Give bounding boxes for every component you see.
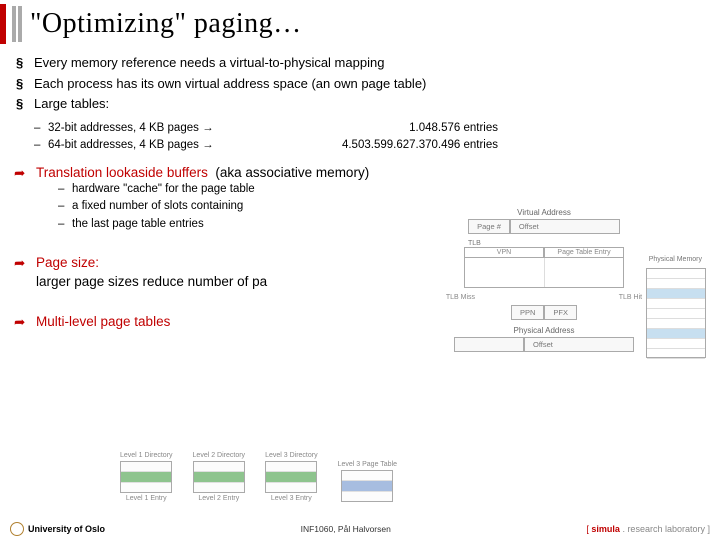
va-row: Page # Offset [374, 219, 714, 234]
ml-entry-label: Level 1 Entry [126, 495, 167, 502]
tlb-head: Translation lookaside buffers [36, 165, 208, 180]
simula-rest: . research laboratory ] [620, 524, 710, 534]
tlb-box: TLB VPN Page Table Entry [464, 240, 624, 288]
tlb-miss-label: TLB Miss [446, 294, 475, 301]
tlb-label: TLB [464, 240, 624, 247]
multilevel-label: Multi-level page tables [36, 314, 170, 329]
table-size-sublist: 32-bit addresses, 4 KB pages →1.048.576 … [34, 121, 706, 154]
ml-label: Level 3 Page Table [338, 461, 397, 468]
va-offset-cell: Offset [510, 219, 620, 234]
ml-label: Level 2 Directory [193, 452, 246, 459]
tlb-col-vpn: VPN [464, 247, 544, 258]
slide-title: "Optimizing" paging… [30, 8, 302, 40]
multilevel-diagram: Level 1 Directory Level 1 Entry Level 2 … [120, 452, 397, 502]
ml-box [193, 461, 245, 493]
ml-box [265, 461, 317, 493]
bullet-item: Each process has its own virtual address… [14, 75, 706, 93]
simula-brand: [ simula . research laboratory ] [586, 524, 710, 534]
addr-spec: 64-bit addresses, 4 KB pages → [48, 138, 328, 154]
entries-count: 4.503.599.627.370.496 entries [328, 138, 498, 154]
tlb-diagram: Virtual Address Page # Offset TLB VPN Pa… [374, 208, 714, 398]
pagesize-line: larger page sizes reduce number of pa [36, 274, 267, 289]
title-bar: "Optimizing" paging… [0, 0, 720, 54]
va-page-cell: Page # [468, 219, 510, 234]
title-accent [0, 4, 6, 44]
tlb-col-pte: Page Table Entry [544, 247, 624, 258]
ml-label: Level 1 Directory [120, 452, 173, 459]
ppn-cell: PPN [511, 305, 544, 320]
ml-entry-label: Level 2 Entry [198, 495, 239, 502]
footer: University of Oslo INF1060, Pål Halvorse… [0, 522, 720, 536]
sub-item: 64-bit addresses, 4 KB pages →4.503.599.… [34, 138, 706, 154]
title-decor-bars [12, 6, 22, 42]
ml-entry-label: Level 3 Entry [271, 495, 312, 502]
simula-name: simula [591, 524, 620, 534]
tlb-paren: (aka associative memory) [215, 165, 369, 180]
uio-logo-icon [10, 522, 24, 536]
physical-memory-box [646, 268, 706, 358]
ml-label: Level 3 Directory [265, 452, 318, 459]
pagesize-head: Page size: [36, 255, 99, 270]
addr-spec: 32-bit addresses, 4 KB pages → [48, 121, 328, 137]
phys-mem-title: Physical Memory [649, 256, 702, 263]
ml-box [341, 470, 393, 502]
pfx-cell: PFX [544, 305, 577, 320]
va-title: Virtual Address [374, 208, 714, 217]
tlb-hit-label: TLB Hit [619, 294, 642, 301]
uio-brand: University of Oslo [10, 522, 105, 536]
bullet-item: Large tables: [14, 95, 706, 113]
uio-text: University of Oslo [28, 524, 105, 534]
entries-count: 1.048.576 entries [328, 121, 498, 137]
sub2-item: hardware "cache" for the page table [58, 182, 706, 198]
pa-ppn-cell [454, 337, 524, 352]
ml-box [120, 461, 172, 493]
bullet-item: Every memory reference needs a virtual-t… [14, 54, 706, 72]
footer-center: INF1060, Pål Halvorsen [301, 524, 391, 534]
pa-offset-cell: Offset [524, 337, 634, 352]
main-bullets: Every memory reference needs a virtual-t… [14, 54, 706, 113]
sub-item: 32-bit addresses, 4 KB pages →1.048.576 … [34, 121, 706, 137]
